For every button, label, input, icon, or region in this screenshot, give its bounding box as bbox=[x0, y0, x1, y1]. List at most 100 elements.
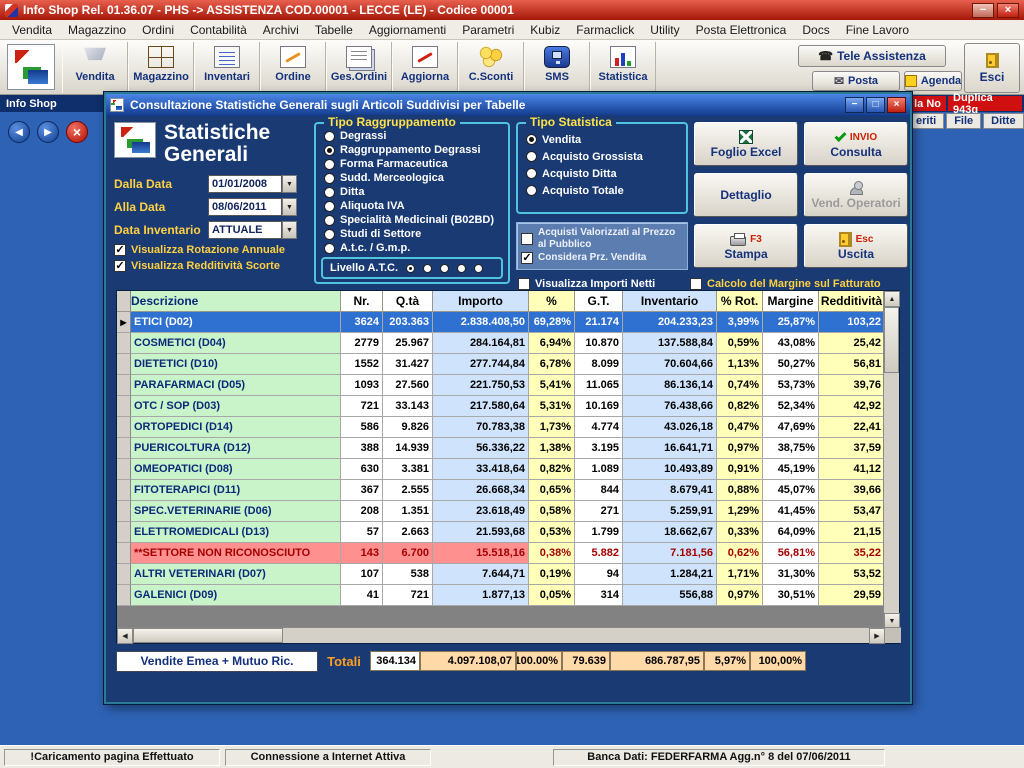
column-header-g-t[interactable]: G.T. bbox=[575, 291, 623, 312]
toolbar-button-c-sconti[interactable]: C.Sconti bbox=[458, 42, 524, 93]
close-icon[interactable]: × bbox=[997, 3, 1019, 18]
livello-dot[interactable] bbox=[406, 264, 415, 273]
table-row[interactable]: **SETTORE NON RICONOSCIUTO1436.70015.518… bbox=[117, 543, 885, 564]
menu-item-ordini[interactable]: Ordini bbox=[134, 21, 182, 39]
dialog-maximize-icon[interactable]: □ bbox=[866, 97, 885, 113]
dettaglio-button[interactable]: Dettaglio bbox=[694, 173, 798, 217]
menu-item-parametri[interactable]: Parametri bbox=[454, 21, 522, 39]
column-header-margine[interactable]: Margine bbox=[763, 291, 819, 312]
minimize-icon[interactable]: − bbox=[972, 3, 994, 18]
column-header-rot[interactable]: % Rot. bbox=[717, 291, 763, 312]
menu-item-utility[interactable]: Utility bbox=[642, 21, 687, 39]
dialog-close-icon[interactable]: × bbox=[887, 97, 906, 113]
vendite-emea-button[interactable]: Vendite Emea + Mutuo Ric. bbox=[116, 651, 318, 672]
menu-item-fine-lavoro[interactable]: Fine Lavoro bbox=[838, 21, 917, 39]
checkbox-considera-prz-vendita[interactable]: Considera Prz. Vendita bbox=[521, 252, 683, 264]
alla-data-dropdown-icon[interactable] bbox=[282, 198, 297, 216]
toolbar-button-sms[interactable]: SMS bbox=[524, 42, 590, 93]
tele-assistenza-button[interactable]: Tele Assistenza bbox=[798, 45, 946, 67]
esci-button[interactable]: Esci bbox=[964, 43, 1020, 93]
tab-file[interactable]: File bbox=[946, 113, 981, 129]
menu-item-tabelle[interactable]: Tabelle bbox=[307, 21, 361, 39]
menu-item-vendita[interactable]: Vendita bbox=[4, 21, 60, 39]
vertical-scroll-thumb[interactable] bbox=[884, 307, 899, 373]
column-header-importo[interactable]: Importo bbox=[433, 291, 529, 312]
menu-item-magazzino[interactable]: Magazzino bbox=[60, 21, 134, 39]
column-header-descrizione[interactable]: Descrizione bbox=[131, 291, 341, 312]
radio-sudd-merceologica[interactable]: Sudd. Merceologica bbox=[324, 171, 508, 185]
forward-arrow-icon[interactable] bbox=[37, 121, 59, 143]
radio-ditta[interactable]: Ditta bbox=[324, 185, 508, 199]
table-row[interactable]: OMEOPATICI (D08)6303.38133.418,640,82%1.… bbox=[117, 459, 885, 480]
livello-dot[interactable] bbox=[440, 264, 449, 273]
livello-dot[interactable] bbox=[423, 264, 432, 273]
radio-degrassi[interactable]: Degrassi bbox=[324, 129, 508, 143]
table-row[interactable]: PARAFARMACI (D05)109327.560221.750,535,4… bbox=[117, 375, 885, 396]
checkbox-acquisti-valorizzati-al-prezzo-al-pubblico[interactable]: Acquisti Valorizzati al Prezzo al Pubbli… bbox=[521, 227, 683, 250]
toolbar-button-vendita[interactable]: Vendita bbox=[62, 42, 128, 93]
table-row[interactable]: FITOTERAPICI (D11)3672.55526.668,340,65%… bbox=[117, 480, 885, 501]
uscita-button[interactable]: EscUscita bbox=[804, 224, 908, 268]
toolbar-button-magazzino[interactable]: Magazzino bbox=[128, 42, 194, 93]
menu-item-posta-elettronica[interactable]: Posta Elettronica bbox=[688, 21, 795, 39]
checkbox-visualizza-importi-netti[interactable]: Visualizza Importi Netti bbox=[518, 278, 655, 290]
horizontal-scrollbar[interactable] bbox=[117, 627, 901, 643]
table-row[interactable]: OTC / SOP (D03)72133.143217.580,645,31%1… bbox=[117, 396, 885, 417]
checkbox-visualizza-redditivit-scorte[interactable]: Visualizza Redditività Scorte bbox=[114, 260, 312, 272]
dalla-data-dropdown-icon[interactable] bbox=[282, 175, 297, 193]
toolbar-button-inventari[interactable]: Inventari bbox=[194, 42, 260, 93]
back-arrow-icon[interactable] bbox=[8, 121, 30, 143]
menu-item-docs[interactable]: Docs bbox=[794, 21, 837, 39]
table-row[interactable]: ETICI (D02)3624203.3632.838.408,5069,28%… bbox=[117, 312, 885, 333]
livello-dot[interactable] bbox=[457, 264, 466, 273]
column-header-redditivit[interactable]: Redditività bbox=[819, 291, 885, 312]
radio-forma-farmaceutica[interactable]: Forma Farmaceutica bbox=[324, 157, 508, 171]
dalla-data-value[interactable]: 01/01/2008 bbox=[208, 175, 282, 193]
radio-raggruppamento-degrassi[interactable]: Raggruppamento Degrassi bbox=[324, 143, 508, 157]
radio-specialit-medicinali-b02bd[interactable]: Specialità Medicinali (B02BD) bbox=[324, 213, 508, 227]
toolbar-button-ges-ordini[interactable]: Ges.Ordini bbox=[326, 42, 392, 93]
column-header-item[interactable]: % bbox=[529, 291, 575, 312]
radio-studi-di-settore[interactable]: Studi di Settore bbox=[324, 227, 508, 241]
scroll-up-icon[interactable] bbox=[884, 291, 900, 307]
table-row[interactable]: ELETTROMEDICALI (D13)572.66321.593,680,5… bbox=[117, 522, 885, 543]
foglio-excel-button[interactable]: Foglio Excel bbox=[694, 122, 798, 166]
radio-vendita[interactable]: Vendita bbox=[526, 131, 686, 148]
menu-item-contabilit[interactable]: Contabilità bbox=[182, 21, 255, 39]
toolbar-button-ordine[interactable]: Ordine bbox=[260, 42, 326, 93]
tab-eriti[interactable]: eriti bbox=[908, 113, 944, 129]
table-row[interactable]: COSMETICI (D04)277925.967284.164,816,94%… bbox=[117, 333, 885, 354]
radio-aliquota-iva[interactable]: Aliquota IVA bbox=[324, 199, 508, 213]
scroll-right-icon[interactable] bbox=[869, 628, 885, 644]
column-header-q-t[interactable]: Q.tà bbox=[383, 291, 433, 312]
scroll-left-icon[interactable] bbox=[117, 628, 133, 644]
stop-icon[interactable] bbox=[66, 121, 88, 143]
app-logo[interactable] bbox=[7, 44, 55, 90]
stampa-button[interactable]: F3Stampa bbox=[694, 224, 798, 268]
dialog-minimize-icon[interactable]: − bbox=[845, 97, 864, 113]
checkbox-visualizza-rotazione-annuale[interactable]: Visualizza Rotazione Annuale bbox=[114, 244, 312, 256]
duplica-badge[interactable]: Duplica 943g bbox=[948, 96, 1022, 111]
livello-dot[interactable] bbox=[474, 264, 483, 273]
vertical-scrollbar[interactable] bbox=[883, 291, 899, 629]
menu-item-kubiz[interactable]: Kubiz bbox=[522, 21, 568, 39]
table-row[interactable]: ORTOPEDICI (D14)5869.82670.783,381,73%4.… bbox=[117, 417, 885, 438]
menu-item-archivi[interactable]: Archivi bbox=[255, 21, 307, 39]
data-inventario-value[interactable]: ATTUALE bbox=[208, 221, 282, 239]
horizontal-scroll-thumb[interactable] bbox=[133, 628, 283, 643]
radio-acquisto-grossista[interactable]: Acquisto Grossista bbox=[526, 148, 686, 165]
radio-acquisto-totale[interactable]: Acquisto Totale bbox=[526, 182, 686, 199]
column-header-inventario[interactable]: Inventario bbox=[623, 291, 717, 312]
data-inventario-dropdown-icon[interactable] bbox=[282, 221, 297, 239]
table-row[interactable]: ALTRI VETERINARI (D07)1075387.644,710,19… bbox=[117, 564, 885, 585]
table-row[interactable]: DIETETICI (D10)155231.427277.744,846,78%… bbox=[117, 354, 885, 375]
menu-item-farmaclick[interactable]: Farmaclick bbox=[568, 21, 642, 39]
menu-item-aggiornamenti[interactable]: Aggiornamenti bbox=[361, 21, 454, 39]
table-row[interactable]: PUERICOLTURA (D12)38814.93956.336,221,38… bbox=[117, 438, 885, 459]
column-header-nr[interactable]: Nr. bbox=[341, 291, 383, 312]
checkbox-calcolo-del-margine-sul-fatturato[interactable]: Calcolo del Margine sul Fatturato bbox=[690, 278, 881, 290]
posta-button[interactable]: Posta bbox=[812, 71, 900, 91]
alla-data-value[interactable]: 08/06/2011 bbox=[208, 198, 282, 216]
radio-a-t-c-g-m-p[interactable]: A.t.c. / G.m.p. bbox=[324, 241, 508, 255]
toolbar-button-statistica[interactable]: Statistica bbox=[590, 42, 656, 93]
